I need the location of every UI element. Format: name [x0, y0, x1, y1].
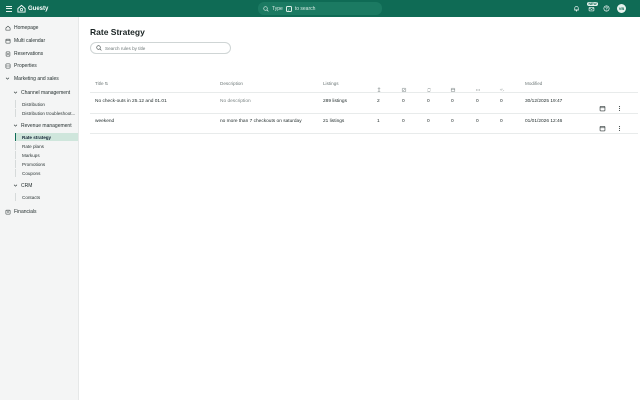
rule-modified: 01/01/2026 12:46: [525, 119, 563, 124]
notifications-bell-icon[interactable]: [572, 4, 581, 13]
rule-gap-count: 0: [476, 119, 479, 124]
link-column-icon: [499, 80, 505, 92]
sidebar-group-label: Channel management: [21, 89, 71, 96]
sidebar-item-rate-strategy[interactable]: Rate strategy: [15, 133, 78, 141]
search-shortcut-key: /: [285, 5, 292, 12]
row-divider: [90, 133, 638, 134]
sidebar-item-coupons[interactable]: Coupons: [15, 169, 78, 177]
sidebar-item-financials[interactable]: Financials: [0, 206, 79, 217]
rule-link-count: 0: [500, 99, 503, 104]
sidebar-item-markups[interactable]: Markups: [15, 151, 78, 159]
chevron-down-icon: [13, 124, 18, 127]
chevron-down-icon: [5, 77, 10, 80]
new-badge: NEW: [587, 2, 599, 6]
turnover-column-icon: [426, 80, 432, 92]
page-title: Rate Strategy: [90, 27, 145, 37]
brand-logo[interactable]: Guesty: [17, 3, 48, 14]
more-options-icon[interactable]: [616, 119, 623, 131]
help-icon[interactable]: [602, 4, 611, 13]
checkin-column-icon: [401, 80, 407, 93]
top-bar: Guesty Type / to search NEW VB: [0, 0, 640, 17]
more-options-icon[interactable]: [616, 99, 623, 111]
sidebar-item-label: Financials: [14, 208, 37, 215]
rule-modified: 30/12/2025 19:47: [525, 99, 563, 104]
rule-listings[interactable]: 21 listings: [323, 119, 344, 124]
rule-turnover-count: 0: [427, 99, 430, 104]
sidebar-item-distribution-troubleshoot[interactable]: Distribution troubleshoot...: [15, 109, 78, 117]
chevron-down-icon: [13, 184, 18, 187]
rule-checkin-count: 0: [402, 99, 405, 104]
rule-description: No description: [220, 99, 251, 104]
sort-icon[interactable]: ⇅: [105, 81, 108, 86]
rule-gap-count: 0: [476, 99, 479, 104]
sidebar-item-label: Homepage: [14, 24, 39, 31]
rule-title[interactable]: No check-outs in 25.12 and 01.01: [95, 99, 167, 104]
rule-listings[interactable]: 289 listings: [323, 99, 347, 104]
rule-checkin-count: 0: [402, 119, 405, 124]
sidebar-group-channel-management[interactable]: Channel management: [0, 87, 79, 98]
menu-icon[interactable]: [6, 4, 12, 13]
search-rules-placeholder: Search rules by title: [105, 45, 146, 51]
column-header-listings: Listings: [323, 81, 339, 86]
financials-icon: [5, 209, 11, 214]
sidebar-item-homepage[interactable]: Homepage: [0, 22, 79, 33]
search-icon: [263, 5, 269, 12]
column-header-description: Description: [220, 81, 243, 86]
sidebar-item-promotions[interactable]: Promotions: [15, 160, 78, 168]
sidebar-group-label: Revenue management: [21, 122, 72, 129]
rule-turnover-count: 0: [427, 119, 430, 124]
sidebar-item-label: Multi calendar: [14, 37, 46, 44]
column-header-modified: Modified: [525, 81, 543, 86]
sidebar-item-reservations[interactable]: Reservations: [0, 48, 79, 59]
search-icon: [96, 45, 102, 51]
column-header-title[interactable]: Title ⇅: [95, 81, 108, 86]
brand-name: Guesty: [28, 5, 49, 12]
column-title-label: Title: [95, 81, 104, 86]
sidebar-item-label: Properties: [14, 62, 37, 69]
rule-checkout-count: 0: [451, 99, 454, 104]
calendar-icon[interactable]: [599, 99, 606, 111]
global-search-prefix: Type: [272, 5, 283, 12]
chevron-down-icon: [13, 91, 18, 94]
sidebar-item-label: Marketing and sales: [14, 75, 59, 82]
sidebar-item-properties[interactable]: Properties: [0, 60, 79, 71]
user-avatar[interactable]: VB: [617, 4, 626, 13]
reservations-icon: [5, 51, 11, 56]
sidebar-group-revenue-management[interactable]: Revenue management: [0, 120, 79, 131]
global-search-suffix: to search: [294, 5, 316, 12]
rule-description: no more than 7 checkouts on saturday: [220, 119, 302, 124]
calendar-icon: [5, 38, 11, 43]
rule-title[interactable]: weekend: [95, 119, 114, 124]
main-content: Rate Strategy Search rules by title Titl…: [80, 17, 640, 400]
guesty-logo-icon: [17, 4, 26, 13]
header-divider: [90, 92, 638, 93]
gap-column-icon: [475, 80, 481, 91]
sidebar-item-contacts[interactable]: Contacts: [15, 193, 78, 201]
min-stay-column-icon: [376, 80, 382, 93]
sidebar-group-crm[interactable]: CRM: [0, 180, 79, 191]
properties-icon: [5, 63, 11, 68]
sidebar-item-rate-plans[interactable]: Rate plans: [15, 142, 78, 150]
rule-link-count: 0: [500, 119, 503, 124]
calendar-icon[interactable]: [599, 119, 606, 131]
global-search[interactable]: Type / to search: [258, 2, 382, 15]
home-icon: [5, 25, 11, 30]
checkout-column-icon: [450, 80, 456, 93]
sidebar: Homepage Multi calendar Reservations Pro…: [0, 17, 79, 400]
sidebar-group-label: CRM: [21, 182, 33, 189]
row-divider: [90, 113, 638, 114]
rule-checkout-count: 0: [451, 119, 454, 124]
rule-min-stay-count: 1: [377, 119, 380, 124]
rule-min-stay-count: 2: [377, 99, 380, 104]
sidebar-item-marketing-and-sales[interactable]: Marketing and sales: [0, 73, 79, 84]
sidebar-item-multi-calendar[interactable]: Multi calendar: [0, 35, 79, 46]
search-rules-input[interactable]: Search rules by title: [90, 42, 231, 54]
sidebar-item-label: Reservations: [14, 50, 44, 57]
sidebar-item-distribution[interactable]: Distribution: [15, 100, 78, 108]
